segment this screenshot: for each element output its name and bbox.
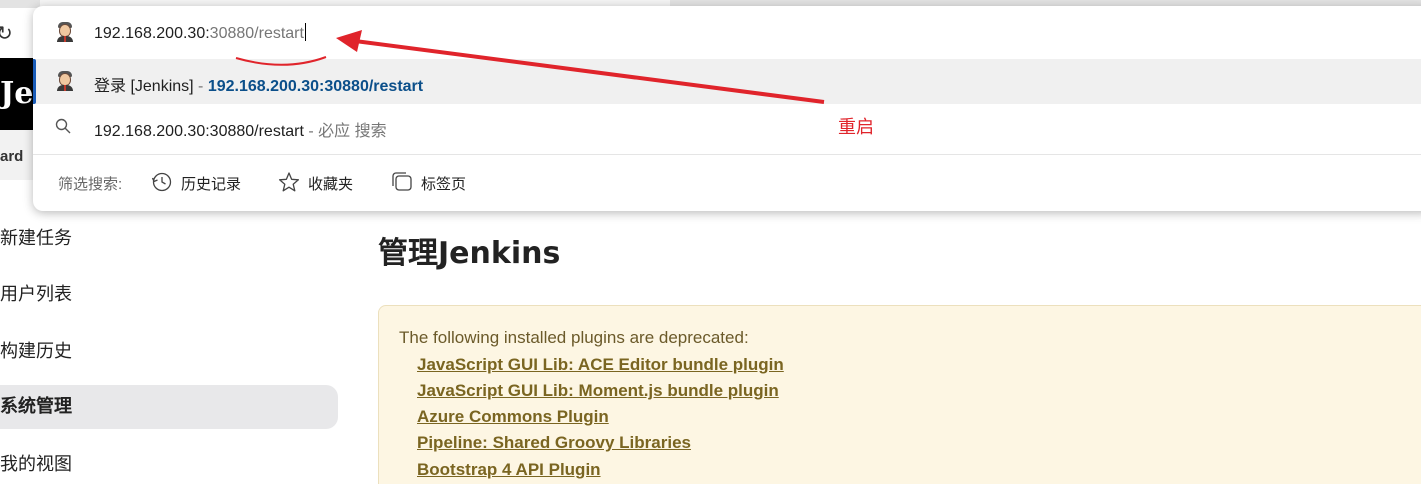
sidebar-item-my-views[interactable]: 我的视图 <box>0 443 72 484</box>
search-icon <box>55 118 71 134</box>
address-bar-dropdown: 192.168.200.30:30880/restart 登录 [Jenkins… <box>33 6 1421 211</box>
suggestion-separator: - <box>303 123 319 140</box>
search-engine-label: 必应 搜索 <box>318 123 387 140</box>
jenkins-favicon-icon <box>55 22 75 42</box>
filter-favorites-label: 收藏夹 <box>308 176 354 193</box>
address-bar-input[interactable]: 192.168.200.30:30880/restart <box>33 6 1421 58</box>
suggestion-search-item[interactable]: 192.168.200.30:30880/restart - 必应 搜索 <box>33 104 1421 149</box>
search-filter-row: 筛选搜索: 历史记录 收藏夹 标签页 <box>33 156 1421 211</box>
suggestion-title: 登录 [Jenkins] <box>94 78 194 95</box>
filter-label: 筛选搜索: <box>58 176 123 193</box>
refresh-icon[interactable]: ↻ <box>0 22 14 44</box>
history-icon <box>151 172 172 192</box>
tabs-icon <box>392 172 412 191</box>
plugin-link[interactable]: Pipeline: Shared Groovy Libraries <box>417 433 691 453</box>
suggestion-separator: - <box>193 78 208 95</box>
deprecated-plugins-notice: The following installed plugins are depr… <box>378 305 1421 484</box>
sidebar-item-people[interactable]: 用户列表 <box>0 273 72 317</box>
filter-history-button[interactable]: 历史记录 <box>151 171 251 193</box>
suggestion-url: 192.168.200.30:30880/restart <box>207 78 424 95</box>
jenkins-logo[interactable]: Jen <box>0 76 34 111</box>
url-autocomplete: 30880/restart <box>209 25 304 42</box>
sidebar-item-manage-jenkins[interactable]: 系统管理 <box>0 385 338 429</box>
search-query: 192.168.200.30:30880/restart <box>94 123 304 140</box>
filter-tabs-button[interactable]: 标签页 <box>391 171 481 193</box>
plugin-link[interactable]: Azure Commons Plugin <box>417 407 609 427</box>
plugin-link[interactable]: Bootstrap 4 API Plugin <box>417 460 601 480</box>
jenkins-favicon-icon <box>55 71 75 91</box>
suggestion-text: 192.168.200.30:30880/restart - 必应 搜索 <box>94 117 387 141</box>
annotation-label: 重启 <box>838 117 874 138</box>
address-bar-text[interactable]: 192.168.200.30:30880/restart <box>94 23 306 43</box>
filter-favorites-button[interactable]: 收藏夹 <box>278 171 368 193</box>
notice-intro: The following installed plugins are depr… <box>399 328 749 347</box>
divider <box>33 154 1421 155</box>
suggestion-history-item[interactable]: 登录 [Jenkins] - 192.168.200.30:30880/rest… <box>33 59 1421 104</box>
sidebar-item-build-history[interactable]: 构建历史 <box>0 330 72 374</box>
filter-tabs-label: 标签页 <box>421 176 467 193</box>
breadcrumb[interactable]: ard <box>0 148 34 165</box>
plugin-link[interactable]: JavaScript GUI Lib: Moment.js bundle plu… <box>417 381 779 401</box>
selection-indicator <box>33 59 36 104</box>
star-icon <box>278 172 300 192</box>
url-host: 192.168.200.30: <box>94 25 210 42</box>
page-title: 管理Jenkins <box>378 236 561 271</box>
filter-history-label: 历史记录 <box>181 176 242 193</box>
plugin-link[interactable]: JavaScript GUI Lib: ACE Editor bundle pl… <box>417 355 784 375</box>
suggestion-text: 登录 [Jenkins] - 192.168.200.30:30880/rest… <box>94 72 423 96</box>
sidebar-item-new-job[interactable]: 新建任务 <box>0 217 72 261</box>
text-caret <box>304 23 306 41</box>
